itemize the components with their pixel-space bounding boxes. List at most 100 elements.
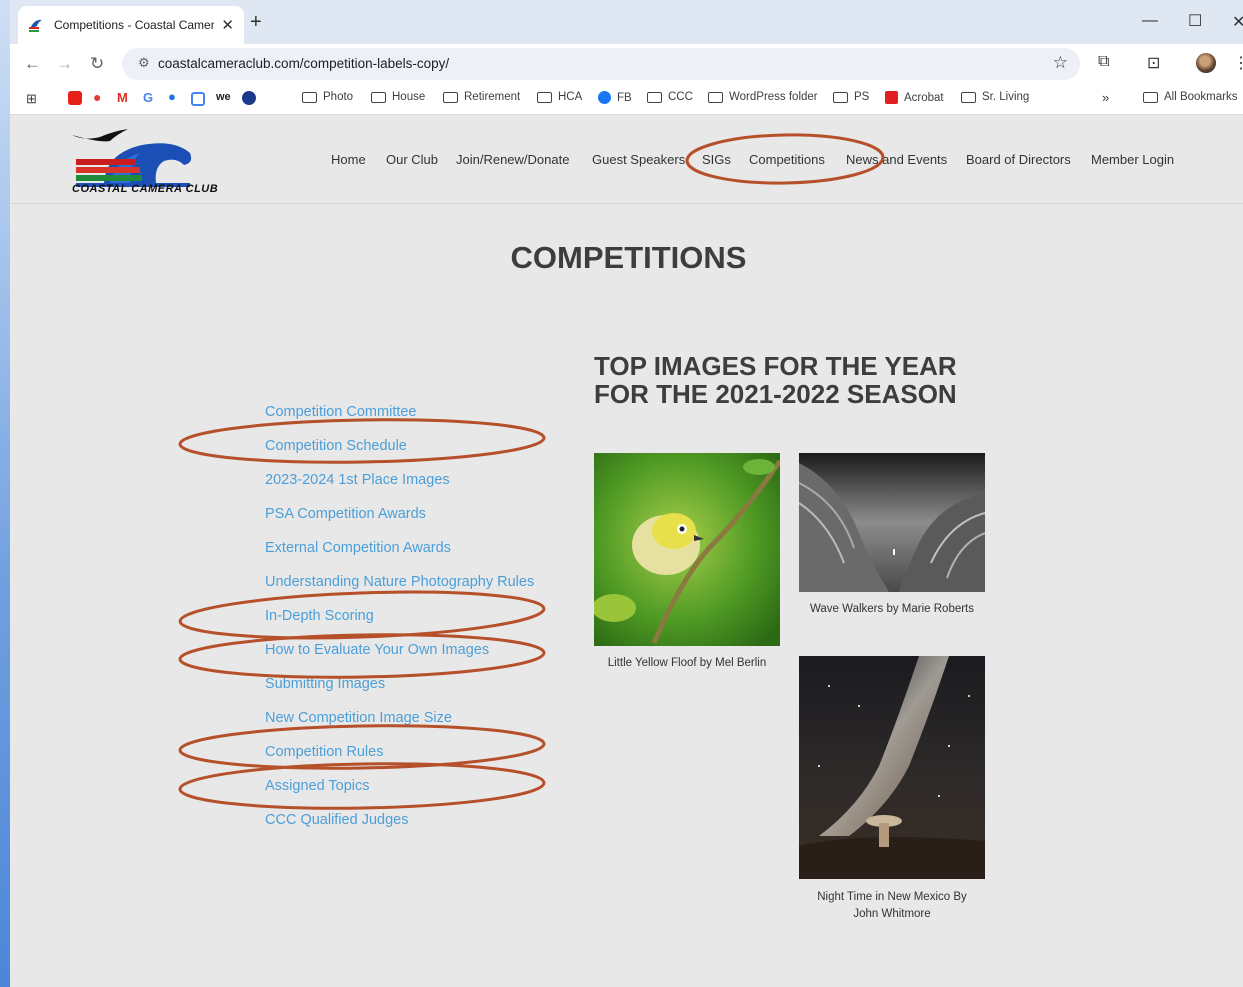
link-in-depth-scoring[interactable]: In-Depth Scoring [265,608,374,624]
nav-sigs[interactable]: SIGs [702,152,731,167]
folder-icon [708,91,723,103]
top-images-heading: TOP IMAGES FOR THE YEAR FOR THE 2021-202… [594,352,1014,408]
tab-strip: Competitions - Coastal Camera ✕ + — ☐ ✕ [10,0,1243,44]
nav-guest-speakers[interactable]: Guest Speakers [592,152,685,167]
folder-icon [537,91,552,103]
bookmark-folder-ps[interactable]: PS [833,91,869,103]
bookmark-folder-house[interactable]: House [371,91,425,103]
heading-line: TOP IMAGES FOR THE YEAR [594,351,957,381]
nav-board-of-directors[interactable]: Board of Directors [966,152,1071,167]
bookmark-label: Acrobat [904,91,944,104]
forward-icon[interactable]: → [56,54,73,74]
browser-window: Competitions - Coastal Camera ✕ + — ☐ ✕ … [10,0,1243,987]
tab-competitions[interactable]: Competitions - Coastal Camera ✕ [18,6,244,44]
link-submitting-images[interactable]: Submitting Images [265,676,385,692]
more-bookmarks-button[interactable]: » [1102,90,1109,105]
bookmark-folder-retirement[interactable]: Retirement [443,91,520,103]
folder-icon [443,91,458,103]
link-evaluate-your-own-images[interactable]: How to Evaluate Your Own Images [265,642,489,658]
url-text[interactable]: coastalcameraclub.com/competition-labels… [158,56,449,71]
caption-line: Night Time in New Mexico By [817,891,967,903]
caption-wave-walkers: Wave Walkers by Marie Roberts [809,603,975,615]
extensions-icon[interactable]: ⧉ [1098,53,1109,71]
close-tab-icon[interactable]: ✕ [221,16,234,34]
link-external-competition-awards[interactable]: External Competition Awards [265,540,451,556]
caption-little-yellow-floof: Little Yellow Floof by Mel Berlin [607,657,767,669]
all-bookmarks-button[interactable]: All Bookmarks [1143,91,1238,103]
apps-grid-icon[interactable]: ⊞ [26,91,37,107]
reading-mode-icon[interactable]: ⊡ [1147,53,1160,73]
folder-icon [833,91,848,103]
new-tab-button[interactable]: + [250,11,262,34]
link-competition-committee[interactable]: Competition Committee [265,404,417,420]
bookmark-folder-wordpress[interactable]: WordPress folder [708,91,818,103]
bookmark-label: House [392,91,426,103]
bookmark-folder-hca[interactable]: HCA [537,91,582,103]
photo-wave-walkers[interactable] [799,453,985,592]
link-nature-photography-rules[interactable]: Understanding Nature Photography Rules [265,574,534,590]
photo-little-yellow-floof[interactable] [594,453,780,646]
nav-competitions[interactable]: Competitions [749,152,825,167]
calendar-icon[interactable] [191,92,205,106]
bookmark-label: FB [617,91,632,104]
bookmark-acrobat[interactable]: Acrobat [885,91,944,104]
youtube-icon[interactable] [68,91,82,105]
web-page: COASTAL CAMERA CLUB Home Our Club Join/R… [10,115,1243,987]
bookmark-label: Sr. Living [982,91,1030,103]
bookmark-star-icon[interactable]: ☆ [1053,53,1068,73]
bookmark-folder-ccc[interactable]: CCC [647,91,693,103]
nav-our-club[interactable]: Our Club [386,152,438,167]
bookmark-folder-sr-living[interactable]: Sr. Living [961,91,1029,103]
bookmark-fb[interactable]: FB [598,91,632,104]
we-icon[interactable]: we [216,91,231,103]
header-divider [10,203,1243,204]
folder-icon [647,91,662,103]
profile-avatar-icon[interactable] [1196,53,1216,73]
bookmark-folder-photo[interactable]: Photo [302,91,353,103]
nav-member-login[interactable]: Member Login [1091,152,1174,167]
tab-title: Competitions - Coastal Camera [54,18,214,32]
logo-text: COASTAL CAMERA CLUB [72,183,219,195]
link-competition-schedule[interactable]: Competition Schedule [265,438,407,454]
folder-icon [961,91,976,103]
maximize-icon[interactable]: ☐ [1188,11,1202,31]
link-new-competition-image-size[interactable]: New Competition Image Size [265,710,452,726]
nav-join-renew-donate[interactable]: Join/Renew/Donate [456,152,569,167]
minimize-icon[interactable]: — [1142,12,1158,30]
link-psa-competition-awards[interactable]: PSA Competition Awards [265,506,426,522]
bookmark-label: Retirement [464,91,521,103]
link-ccc-qualified-judges[interactable]: CCC Qualified Judges [265,812,408,828]
link-competition-rules[interactable]: Competition Rules [265,744,383,760]
site-favicon [28,17,46,33]
bookmark-label: CCC [668,91,693,103]
back-icon[interactable]: ← [24,54,41,74]
bookmark-label: HCA [558,91,583,103]
maps-icon[interactable]: ● [93,89,101,105]
bookmark-label: All Bookmarks [1164,91,1238,103]
nasa-icon[interactable] [242,91,256,105]
acrobat-icon [885,91,898,104]
folder-icon [371,91,386,103]
heading-line: FOR THE 2021-2022 SEASON [594,379,957,409]
link-1st-place-images[interactable]: 2023-2024 1st Place Images [265,472,450,488]
bookmark-label: WordPress folder [729,91,818,103]
menu-kebab-icon[interactable]: ⋮ [1233,53,1243,73]
reload-icon[interactable]: ↻ [90,54,104,74]
contacts-icon[interactable]: ● [168,89,176,104]
nav-news-and-events[interactable]: News and Events [846,152,947,167]
close-window-icon[interactable]: ✕ [1232,12,1243,32]
folder-icon [302,91,317,103]
gmail-icon[interactable]: M [117,90,128,105]
bookmark-label: PS [854,91,870,103]
address-bar[interactable]: ⚙ coastalcameraclub.com/competition-labe… [122,48,1080,80]
photo-night-time-new-mexico[interactable] [799,656,985,879]
site-info-icon[interactable]: ⚙ [138,55,150,71]
bookmarks-bar: ⊞ ● M G ● we Photo House Retirement HCA … [10,84,1243,115]
bookmark-label: Photo [323,91,354,103]
nav-home[interactable]: Home [331,152,366,167]
caption-line: John Whitmore [853,908,931,920]
link-assigned-topics[interactable]: Assigned Topics [265,778,370,794]
desktop-edge [0,0,10,987]
folder-icon [1143,91,1158,103]
google-icon[interactable]: G [143,90,153,105]
